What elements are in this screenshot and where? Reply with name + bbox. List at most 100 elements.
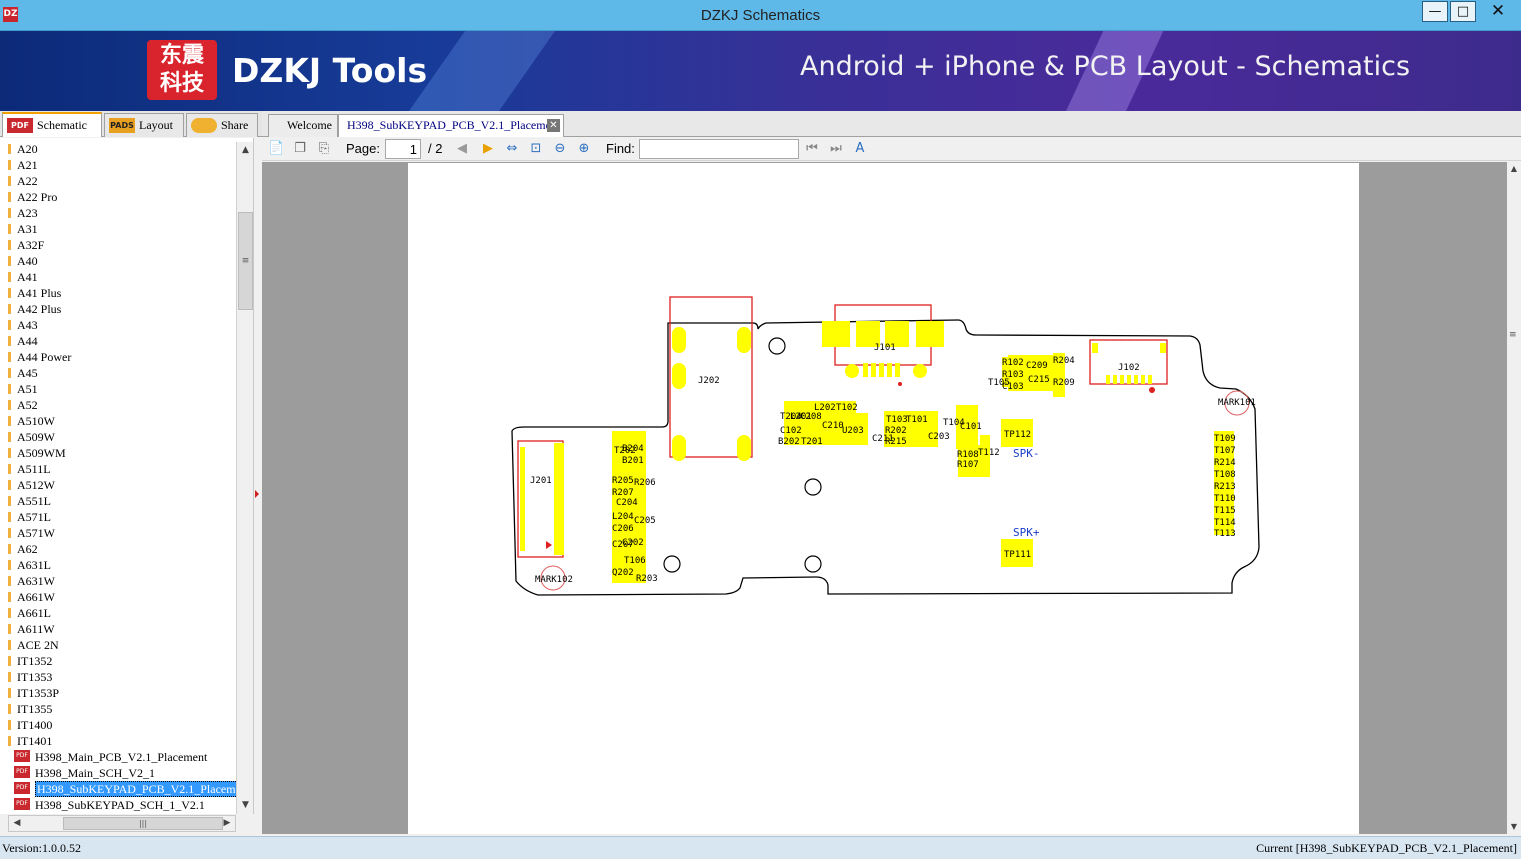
tree-folder-item[interactable]: A44	[6, 333, 38, 349]
tree-folder-item[interactable]: A22	[6, 173, 38, 189]
tab-share[interactable]: Share	[186, 113, 258, 137]
tree-folder-item[interactable]: A44 Power	[6, 349, 71, 365]
tab-layout[interactable]: PADS Layout	[104, 113, 184, 137]
find-previous-icon[interactable]: ⏮	[804, 141, 820, 157]
tree-folder-item[interactable]: A23	[6, 205, 38, 221]
tree-folder-item[interactable]: A571W	[6, 525, 55, 541]
maximize-button[interactable]: □	[1450, 1, 1476, 22]
tree-horizontal-scrollbar[interactable]: ◀ ||| ▶	[8, 815, 236, 832]
scroll-up-icon[interactable]: ▲	[1507, 162, 1521, 176]
fit-page-icon[interactable]: ⊡	[528, 141, 544, 157]
tree-folder-item[interactable]: A509W	[6, 429, 55, 445]
panel-splitter[interactable]	[254, 138, 262, 835]
tree-item-label: H398_Main_PCB_V2.1_Placement	[35, 750, 208, 764]
tree-folder-item[interactable]: A40	[6, 253, 38, 269]
scroll-up-icon[interactable]: ▲	[237, 142, 254, 159]
title-bar[interactable]: DZ DZKJ Schematics — □ ✕	[0, 0, 1521, 31]
component-label: B202	[778, 437, 800, 447]
tree-folder-item[interactable]: A41	[6, 269, 38, 285]
tree-folder-item[interactable]: IT1353	[6, 669, 52, 685]
tree-folder-item[interactable]: IT1352	[6, 653, 52, 669]
open-file-icon[interactable]: 📄	[268, 141, 284, 157]
tree-folder-item[interactable]: A611W	[6, 621, 55, 637]
tree-vertical-scrollbar[interactable]: ▲ ≡ ▼	[236, 142, 253, 814]
tree-folder-item[interactable]: A52	[6, 397, 38, 413]
fit-width-icon[interactable]: ⇔	[504, 141, 520, 157]
tree-folder-item[interactable]: A45	[6, 365, 38, 381]
tree-item-label: H398_Main_SCH_V2_1	[35, 766, 156, 780]
find-options-icon[interactable]: A	[852, 141, 868, 157]
component-label: T106	[624, 556, 646, 566]
viewer-vertical-scrollbar[interactable]: ▲ ≡ ▼	[1507, 162, 1521, 834]
tree-folder-item[interactable]: IT1400	[6, 717, 52, 733]
tab-schematic[interactable]: PDF Schematic	[2, 112, 102, 137]
component-label: TP112	[1004, 430, 1031, 440]
tree-folder-item[interactable]: A661W	[6, 589, 55, 605]
tree-folder-item[interactable]: A631W	[6, 573, 55, 589]
tree-folder-item[interactable]: A551L	[6, 493, 51, 509]
export-icon[interactable]: ⎘	[316, 141, 332, 157]
previous-page-icon[interactable]: ◀	[454, 141, 470, 157]
tree-folder-item[interactable]: IT1353P	[6, 685, 59, 701]
tree-folder-item[interactable]: A32F	[6, 237, 44, 253]
file-tree[interactable]: A20 A21 A22 A22 Pro A23 A31 A32F A40 A41 A41 Plus…	[0, 138, 254, 814]
page-number-input[interactable]	[385, 139, 421, 159]
scroll-down-icon[interactable]: ▼	[1507, 820, 1521, 834]
scrollbar-grip-icon[interactable]: ≡	[1509, 330, 1517, 340]
scrollbar-thumb[interactable]: |||	[63, 817, 223, 830]
zoom-in-icon[interactable]: ⊕	[576, 141, 592, 157]
tree-folder-item[interactable]: A512W	[6, 477, 55, 493]
left-panel-tabs: PDF Schematic PADS Layout Share	[0, 111, 262, 137]
scroll-right-icon[interactable]: ▶	[219, 816, 235, 831]
viewer-toolbar: 📄 ❐ ⎘ Page: / 2 ◀ ▶ ⇔ ⊡ ⊖ ⊕ Find: ⏮ ⏭ A	[262, 137, 1521, 161]
close-button[interactable]: ✕	[1477, 1, 1519, 22]
collapse-arrow-icon[interactable]	[255, 490, 259, 498]
tree-folder-item[interactable]: IT1355	[6, 701, 52, 717]
tree-folder-item[interactable]: A22 Pro	[6, 189, 57, 205]
close-tab-icon[interactable]: ✕	[547, 119, 560, 132]
tree-folder-item[interactable]: IT1401	[6, 733, 52, 749]
find-input[interactable]	[639, 139, 799, 159]
tree-folder-item[interactable]: A511L	[6, 461, 51, 477]
tab-welcome[interactable]: Welcome	[268, 114, 338, 137]
component-pads	[612, 353, 1234, 583]
tree-file-item[interactable]: PDF H398_Main_PCB_V2.1_Placement	[10, 749, 207, 765]
minimize-button[interactable]: —	[1422, 1, 1448, 22]
folder-icon	[8, 640, 11, 650]
scrollbar-thumb[interactable]: ≡	[238, 212, 253, 310]
tab-label: H398_SubKEYPAD_PCB_V2.1_Placement	[347, 118, 561, 132]
copy-icon[interactable]: ❐	[292, 141, 308, 157]
folder-icon	[8, 288, 11, 298]
tree-folder-item[interactable]: A41 Plus	[6, 285, 61, 301]
scroll-left-icon[interactable]: ◀	[9, 816, 25, 831]
tree-item-label: A45	[17, 366, 38, 380]
pdf-viewer[interactable]: J202 J101 J102 J201 MARK101 MARK102 TP112 TP111…	[262, 162, 1507, 834]
tree-item-label: A21	[17, 158, 38, 172]
tree-folder-item[interactable]: A21	[6, 157, 38, 173]
tree-file-item[interactable]: PDF H398_SubKEYPAD_PCB_V2.1_Placement	[10, 781, 253, 797]
scroll-down-icon[interactable]: ▼	[237, 797, 254, 814]
tree-folder-item[interactable]: A571L	[6, 509, 51, 525]
folder-icon	[8, 720, 11, 730]
tree-folder-item[interactable]: A661L	[6, 605, 51, 621]
tree-folder-item[interactable]: A509WM	[6, 445, 66, 461]
tree-folder-item[interactable]: A43	[6, 317, 38, 333]
tree-folder-item[interactable]: A631L	[6, 557, 51, 573]
component-label: C204	[616, 498, 638, 508]
tree-folder-item[interactable]: A62	[6, 541, 38, 557]
tree-folder-item[interactable]: A20	[6, 141, 38, 157]
tree-folder-item[interactable]: A31	[6, 221, 38, 237]
component-label: T103	[886, 415, 908, 425]
tree-file-item[interactable]: PDF H398_SubKEYPAD_SCH_1_V2.1	[10, 797, 205, 813]
tree-folder-item[interactable]: ACE 2N	[6, 637, 59, 653]
component-label: C202	[622, 538, 644, 548]
tree-folder-item[interactable]: A51	[6, 381, 38, 397]
version-text: Version:1.0.0.52	[2, 841, 81, 855]
next-page-icon[interactable]: ▶	[480, 141, 496, 157]
zoom-out-icon[interactable]: ⊖	[552, 141, 568, 157]
find-next-icon[interactable]: ⏭	[828, 141, 844, 157]
tree-file-item[interactable]: PDF H398_Main_SCH_V2_1	[10, 765, 155, 781]
tree-folder-item[interactable]: A42 Plus	[6, 301, 61, 317]
tab-document[interactable]: H398_SubKEYPAD_PCB_V2.1_Placement ✕	[338, 114, 564, 137]
tree-folder-item[interactable]: A510W	[6, 413, 55, 429]
